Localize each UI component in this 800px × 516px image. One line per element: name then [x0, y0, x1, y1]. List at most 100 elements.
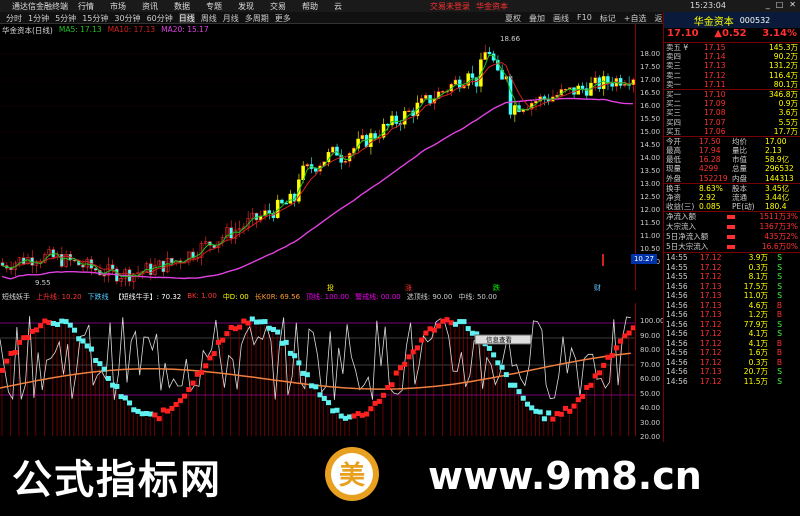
indicator-chart[interactable]: 信息查看	[0, 303, 635, 436]
bid-row[interactable]: 买三 17.08 3.6万	[664, 108, 800, 117]
ask-row[interactable]: 卖三 17.13 131.2万	[664, 61, 800, 70]
signal-block	[220, 337, 226, 343]
signal-block	[546, 410, 552, 416]
stats-row[interactable]: 净资 2.92 流通 3.44亿	[664, 193, 800, 202]
indicator-tick: 50.00	[640, 389, 661, 398]
signal-block	[182, 393, 188, 399]
signal-block	[558, 411, 564, 417]
candle-body	[419, 98, 424, 104]
watermark-logo: 美	[325, 447, 379, 501]
tab-period[interactable]: 更多	[275, 13, 291, 24]
tab-period[interactable]: 5分钟	[55, 13, 76, 24]
toolbar-button[interactable]: F10	[577, 13, 592, 24]
candle-body	[364, 135, 369, 147]
ask-row[interactable]: 卖五 ¥17.15 145.3万	[664, 43, 800, 52]
info-popup[interactable]: 信息查看	[474, 334, 532, 345]
tab-period[interactable]: 月线	[223, 13, 239, 24]
tick-row[interactable]: 14:56 17.12 77.9万 S	[664, 320, 800, 330]
tick-row[interactable]: 14:55 17.12 0.3万 S	[664, 263, 800, 273]
maximize-icon[interactable]: □	[776, 0, 784, 9]
tab-period[interactable]: 30分钟	[114, 13, 140, 24]
popup-label: 信息查看	[486, 335, 513, 344]
toolbar-button[interactable]: 叠加	[529, 13, 545, 24]
tick-row[interactable]: 14:56 17.12 4.1万 S	[664, 329, 800, 339]
stats-row[interactable]: 收益(三) 0.085 PE(动) 180.4	[664, 202, 800, 211]
tick-row[interactable]: 14:56 17.12 0.3万 B	[664, 358, 800, 368]
signal-block	[0, 367, 6, 373]
signal-block	[334, 407, 340, 413]
ask-row[interactable]: 卖一 17.11 80.1万	[664, 80, 800, 89]
ma10-value: MA10: 17.13	[107, 25, 156, 34]
toolbar-button[interactable]: 画线	[553, 13, 569, 24]
toolbar-button[interactable]: 标记	[600, 13, 616, 24]
candle-body	[330, 146, 335, 153]
tick-row[interactable]: 14:55 17.12 3.9万 S	[664, 253, 800, 263]
tab-period[interactable]: 15分钟	[82, 13, 108, 24]
candle-body	[623, 84, 627, 86]
tab-period[interactable]: 1分钟	[28, 13, 49, 24]
bid-row[interactable]: 买五 17.06 17.7万	[664, 127, 800, 136]
menu-item[interactable]: 帮助	[302, 1, 318, 12]
stats-row[interactable]: 外盘 152219 内盘 144313	[664, 174, 800, 183]
bid-row[interactable]: 买一 17.10 346.8万	[664, 90, 800, 99]
indicator-field: 下跌线	[87, 293, 109, 301]
ask-row[interactable]: 卖二 17.12 116.4万	[664, 71, 800, 80]
stats-row[interactable]: 今开 17.50 均价 17.00	[664, 137, 800, 146]
close-icon[interactable]: ✕	[789, 0, 796, 9]
toolbar-button[interactable]: 夏权	[505, 13, 521, 24]
price-tick: 16.00	[640, 102, 661, 110]
ask-row[interactable]: 卖四 17.14 90.2万	[664, 52, 800, 61]
signal-block	[177, 398, 183, 404]
tick-row[interactable]: 14:56 17.13 17.5万 S	[664, 282, 800, 292]
menu-item[interactable]: 市场	[110, 1, 126, 12]
tick-row[interactable]: 14:56 17.12 11.5万 S	[664, 377, 800, 387]
ask-book: 卖五 ¥17.15 145.3万 卖四 17.14 90.2万 卖三 17.13 131.2万…	[664, 42, 800, 89]
signal-block	[465, 326, 471, 332]
tab-period[interactable]: 60分钟	[147, 13, 173, 24]
tick-row[interactable]: 14:56 17.13 11.0万 S	[664, 291, 800, 301]
indicator-tick: 90.00	[640, 331, 661, 340]
tick-row[interactable]: 14:56 17.13 20.7万 S	[664, 367, 800, 377]
tab-period[interactable]: 周线	[201, 13, 217, 24]
toolbar-button[interactable]: +自选	[624, 13, 647, 24]
tick-row[interactable]: 14:56 17.13 4.6万 B	[664, 301, 800, 311]
stats-row[interactable]: 现量 4299 总量 296532	[664, 164, 800, 173]
tab-period[interactable]: 分时	[6, 13, 22, 24]
tick-row[interactable]: 14:56 17.12 1.6万 B	[664, 348, 800, 358]
signal-block	[25, 335, 31, 341]
candle-body	[580, 85, 585, 89]
tick-row[interactable]: 14:56 17.12 4.1万 B	[664, 339, 800, 349]
signal-block	[71, 327, 78, 333]
trade-status[interactable]: 交易未登录	[430, 1, 470, 12]
menu-item[interactable]: 数据	[174, 1, 190, 12]
stats-row[interactable]: 换手 8.63% 股本 3.45亿	[664, 184, 800, 193]
tab-period[interactable]: 多周期	[245, 13, 269, 24]
bid-row[interactable]: 买四 17.07 5.5万	[664, 118, 800, 127]
menu-item[interactable]: 行情	[78, 1, 94, 12]
candle-body	[593, 77, 597, 84]
candle-body	[170, 258, 174, 264]
candle-body	[212, 245, 216, 248]
menu-item[interactable]: 资讯	[142, 1, 158, 12]
watermark-right: www.9m8.cn	[428, 454, 702, 498]
menu-item[interactable]: 专题	[206, 1, 222, 12]
candle-body	[487, 51, 492, 55]
candle-body	[618, 78, 623, 86]
indicator-name[interactable]: 短线妖手	[2, 292, 30, 303]
price-pct: 3.14%	[762, 28, 797, 39]
menu-item[interactable]: 云	[334, 1, 342, 12]
tab-period-active[interactable]: 日线	[178, 13, 195, 24]
kline-chart[interactable]: 18.66 9.55	[0, 24, 635, 290]
menu-item[interactable]: 发现	[238, 1, 254, 12]
bid-row[interactable]: 买二 17.09 0.9万	[664, 99, 800, 108]
menu-item[interactable]: 交易	[270, 1, 286, 12]
tick-row[interactable]: 14:56 17.13 1.2万 B	[664, 310, 800, 320]
tick-row[interactable]: 14:55 17.12 8.1万 S	[664, 272, 800, 282]
signal-block	[550, 416, 556, 422]
minimize-icon[interactable]: _	[766, 0, 770, 9]
signal-block	[4, 358, 10, 364]
stats-row[interactable]: 最高 17.94 量比 2.13	[664, 146, 800, 155]
price-tick: 14.00	[640, 154, 661, 162]
signal-block	[423, 330, 429, 336]
candle-body	[110, 264, 115, 270]
